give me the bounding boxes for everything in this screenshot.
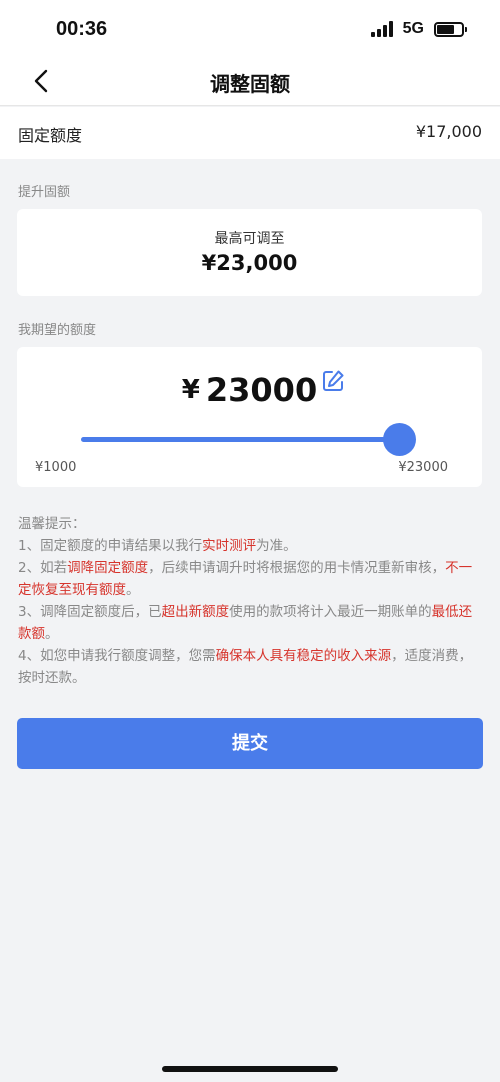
limit-slider-track[interactable] bbox=[81, 437, 401, 442]
home-indicator bbox=[162, 1066, 338, 1072]
tips-title: 温馨提示： bbox=[18, 516, 86, 532]
tip-item-3: 3、调降固定额度后，已超出新额度使用的款项将计入最近一期账单的最低还款额。 bbox=[18, 604, 473, 642]
tips-section: 温馨提示： 1、固定额度的申请结果以我行实时测评为准。 2、如若调降固定额度，后… bbox=[18, 513, 484, 689]
desired-limit-card: ¥23000 ¥1000 ¥23000 bbox=[17, 347, 482, 487]
fixed-limit-row: 固定额度 ¥17,000 bbox=[0, 107, 500, 159]
tip-item-2: 2、如若调降固定额度，后续申请调升时将根据您的用卡情况重新审核，不一定恢复至现有… bbox=[18, 560, 473, 598]
slider-min-label: ¥1000 bbox=[35, 460, 77, 475]
desired-amount: ¥23000 bbox=[17, 371, 482, 409]
slider-max-label: ¥23000 bbox=[398, 460, 448, 475]
max-limit-value: ¥23,000 bbox=[201, 251, 298, 275]
amount-currency: ¥ bbox=[181, 375, 200, 405]
raise-section-label: 提升固额 bbox=[18, 185, 71, 200]
signal-icon bbox=[370, 21, 393, 37]
amount-value: 23000 bbox=[205, 371, 318, 409]
network-label: 5G bbox=[402, 20, 424, 37]
fixed-limit-label: 固定额度 bbox=[18, 126, 83, 145]
desired-section-label: 我期望的额度 bbox=[18, 323, 97, 338]
max-limit-card: 最高可调至 ¥23,000 bbox=[17, 209, 482, 296]
tip-item-1: 1、固定额度的申请结果以我行实时测评为准。 bbox=[18, 538, 297, 554]
page-title: 调整固额 bbox=[210, 72, 290, 96]
status-time: 00:36 bbox=[56, 18, 108, 40]
status-bar: 00:36 5G bbox=[0, 0, 500, 58]
nav-bar: 调整固额 bbox=[0, 58, 500, 106]
tip-item-4: 4、如您申请我行额度调整，您需确保本人具有稳定的收入来源，适度消费，按时还款。 bbox=[18, 648, 473, 686]
battery-icon bbox=[434, 21, 467, 37]
max-limit-caption: 最高可调至 bbox=[214, 231, 285, 247]
fixed-limit-value: ¥17,000 bbox=[415, 122, 482, 141]
submit-button[interactable]: 提交 bbox=[17, 718, 483, 769]
edit-icon[interactable] bbox=[321, 369, 345, 393]
limit-slider-thumb[interactable] bbox=[383, 423, 416, 456]
status-icons: 5G bbox=[370, 20, 467, 38]
